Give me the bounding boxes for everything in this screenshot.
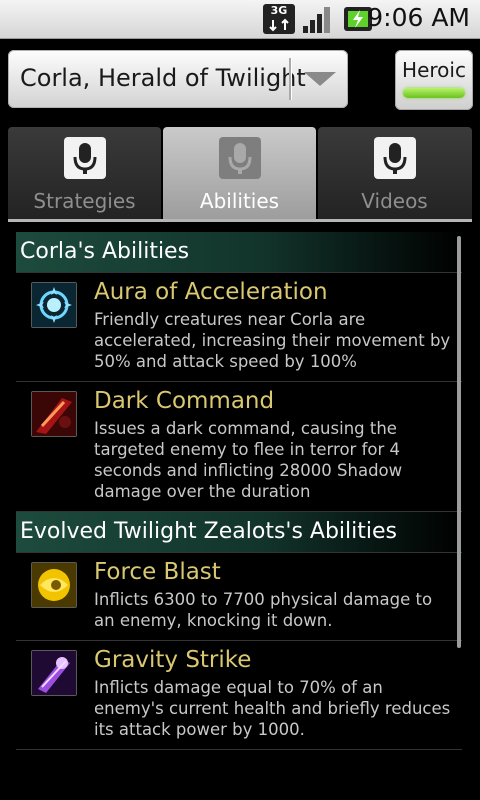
- boss-select[interactable]: Corla, Herald of Twilight: [8, 50, 348, 108]
- list-item[interactable]: Aura of Acceleration Friendly creatures …: [16, 273, 462, 382]
- list-item[interactable]: Dark Command Issues a dark command, caus…: [16, 382, 462, 512]
- tab-strategies[interactable]: Strategies: [8, 127, 161, 219]
- ability-name: Force Blast: [94, 559, 221, 585]
- network-type-label: 3G: [270, 4, 288, 17]
- tab-underline: [8, 219, 472, 222]
- list-item[interactable]: Gravity Strike Inflicts damage equal to …: [16, 641, 462, 750]
- ability-description: Friendly creatures near Corla are accele…: [94, 310, 451, 371]
- list-scrollbar[interactable]: [457, 236, 461, 648]
- ability-description: Issues a dark command, causing the targe…: [94, 419, 403, 501]
- tab-strategies-label: Strategies: [33, 189, 136, 213]
- network-3g-icon: 3G: [263, 4, 295, 34]
- tab-videos-label: Videos: [361, 189, 428, 213]
- tab-abilities-label: Abilities: [199, 189, 280, 213]
- dark-command-icon: [31, 391, 77, 437]
- ability-name: Aura of Acceleration: [94, 279, 328, 305]
- section-header: Evolved Twilight Zealots's Abilities: [16, 512, 462, 553]
- heroic-active-indicator: [403, 88, 465, 98]
- gravity-strike-icon: [31, 650, 77, 696]
- microphone-icon: [219, 137, 261, 179]
- abilities-list[interactable]: Corla's Abilities Aura of Acceleration F…: [16, 232, 462, 800]
- clock: 9:06 AM: [367, 3, 470, 32]
- select-divider: [289, 58, 292, 100]
- microphone-icon: [64, 137, 106, 179]
- tab-bar: Strategies Abilities Videos: [8, 127, 472, 221]
- ability-description: Inflicts 6300 to 7700 physical damage to…: [94, 590, 433, 630]
- microphone-icon: [374, 137, 416, 179]
- ability-name: Dark Command: [94, 388, 275, 414]
- tab-abilities[interactable]: Abilities: [163, 127, 316, 219]
- list-item[interactable]: Force Blast Inflicts 6300 to 7700 physic…: [16, 553, 462, 641]
- heroic-toggle-button[interactable]: Heroic: [395, 50, 473, 110]
- boss-select-value: Corla, Herald of Twilight: [20, 64, 306, 92]
- section-header: Corla's Abilities: [16, 232, 462, 273]
- force-blast-icon: [31, 562, 77, 608]
- heroic-label: Heroic: [402, 58, 466, 82]
- ability-name: Gravity Strike: [94, 647, 252, 673]
- ability-description: Inflicts damage equal to 70% of an enemy…: [94, 678, 451, 739]
- tab-videos[interactable]: Videos: [318, 127, 472, 219]
- signal-strength-icon: [303, 7, 330, 33]
- chevron-down-icon[interactable]: [304, 72, 336, 86]
- aura-icon: [31, 282, 77, 328]
- status-bar: 3G 9:06 AM: [0, 0, 480, 39]
